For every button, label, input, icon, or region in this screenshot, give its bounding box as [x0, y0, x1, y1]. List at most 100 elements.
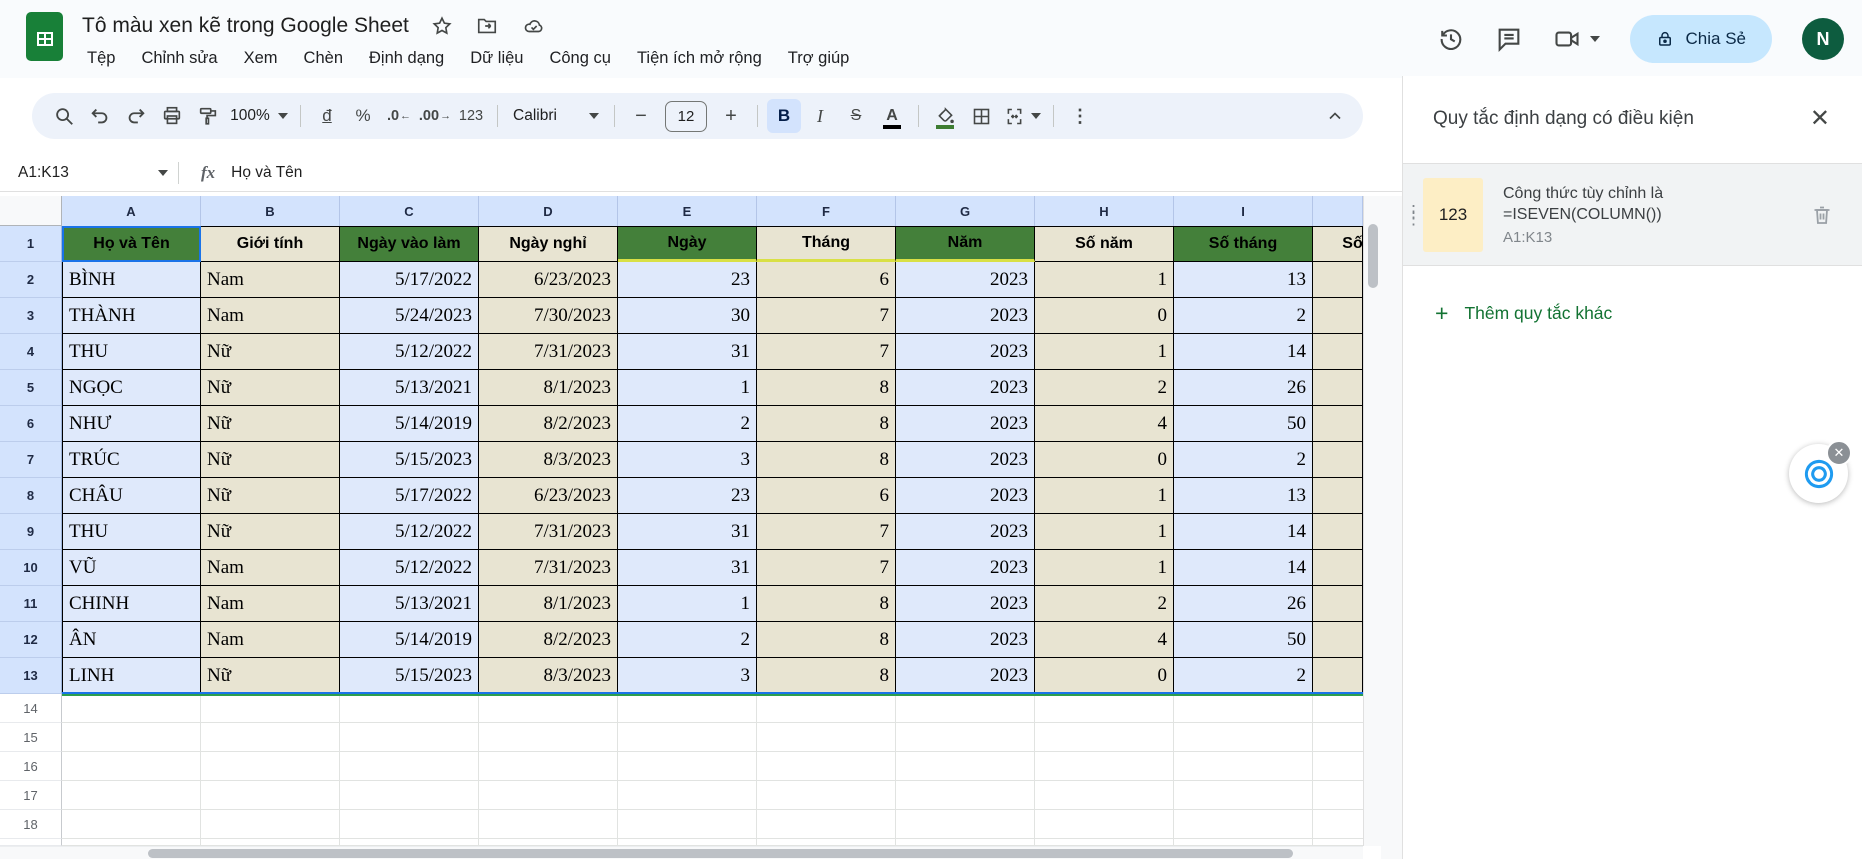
empty-cells[interactable]	[62, 810, 1363, 839]
cell[interactable]: 2023	[896, 514, 1035, 550]
formula-input[interactable]: Họ và Tên	[231, 164, 302, 182]
cell[interactable]: 5/12/2022	[340, 514, 479, 550]
empty-cells[interactable]	[62, 752, 1363, 781]
cell[interactable]: Số tháng	[1174, 226, 1313, 262]
menu-chèn[interactable]: Chèn	[291, 46, 356, 71]
cell[interactable]: 1	[1035, 514, 1174, 550]
cell[interactable]: 2	[1174, 658, 1313, 694]
cell[interactable]: 2	[1174, 298, 1313, 334]
search-icon[interactable]	[47, 99, 81, 133]
cell[interactable]: 7	[757, 334, 896, 370]
cell[interactable]: 23	[618, 262, 757, 298]
cell[interactable]: 8/1/2023	[479, 586, 618, 622]
column-header-B[interactable]: B	[201, 196, 340, 226]
cell-clipped[interactable]	[1313, 586, 1363, 622]
font-size-input[interactable]: 12	[665, 100, 707, 132]
cell[interactable]: 8/2/2023	[479, 622, 618, 658]
row-header-8[interactable]: 8	[0, 478, 62, 514]
cell[interactable]: 14	[1174, 514, 1313, 550]
row-header-partial[interactable]	[0, 839, 62, 846]
cell[interactable]: Số năm	[1035, 226, 1174, 262]
cell[interactable]: Nữ	[201, 658, 340, 694]
cell[interactable]: 8/2/2023	[479, 406, 618, 442]
paint-format-button[interactable]	[191, 99, 225, 133]
cell[interactable]: LINH	[62, 658, 201, 694]
row-header-18[interactable]: 18	[0, 810, 62, 839]
cell[interactable]: 3	[618, 658, 757, 694]
row-header-15[interactable]: 15	[0, 723, 62, 752]
cell[interactable]: 0	[1035, 298, 1174, 334]
cell[interactable]: 7/31/2023	[479, 550, 618, 586]
cell[interactable]: 4	[1035, 406, 1174, 442]
column-header-A[interactable]: A	[62, 196, 201, 226]
cell[interactable]: THU	[62, 514, 201, 550]
cell[interactable]: 26	[1174, 586, 1313, 622]
star-icon[interactable]	[431, 15, 453, 37]
cell[interactable]: 26	[1174, 370, 1313, 406]
row-header-3[interactable]: 3	[0, 298, 62, 334]
cell[interactable]: Nữ	[201, 334, 340, 370]
cell[interactable]: 2	[618, 622, 757, 658]
cell[interactable]: 6	[757, 478, 896, 514]
cell[interactable]: 2023	[896, 550, 1035, 586]
menu-dữ-liệu[interactable]: Dữ liệu	[457, 46, 536, 71]
menu-công-cụ[interactable]: Công cụ	[536, 46, 623, 71]
select-all-corner[interactable]	[0, 196, 62, 226]
menu-tiện-ích-mở-rộng[interactable]: Tiện ích mở rộng	[624, 46, 775, 71]
cell[interactable]: 31	[618, 550, 757, 586]
cell-clipped[interactable]	[1313, 550, 1363, 586]
zoom-control[interactable]: 100%	[227, 99, 291, 133]
row-header-9[interactable]: 9	[0, 514, 62, 550]
cell[interactable]: 1	[1035, 334, 1174, 370]
row-header-16[interactable]: 16	[0, 752, 62, 781]
account-avatar[interactable]: N	[1802, 18, 1844, 60]
cell[interactable]: Nam	[201, 298, 340, 334]
merge-cells-button[interactable]	[1000, 99, 1044, 133]
row-header-5[interactable]: 5	[0, 370, 62, 406]
cell[interactable]: 13	[1174, 262, 1313, 298]
cell[interactable]: 0	[1035, 658, 1174, 694]
version-history-icon[interactable]	[1437, 25, 1465, 53]
vertical-scroll-thumb[interactable]	[1368, 224, 1378, 288]
comments-icon[interactable]	[1495, 25, 1523, 53]
cell-clipped[interactable]	[1313, 406, 1363, 442]
chatgpt-extension-button[interactable]: ✕	[1789, 440, 1852, 503]
cell[interactable]: Nữ	[201, 478, 340, 514]
cell[interactable]: 14	[1174, 550, 1313, 586]
empty-cells[interactable]	[62, 839, 1363, 846]
cell[interactable]: 2	[1035, 370, 1174, 406]
column-header-C[interactable]: C	[340, 196, 479, 226]
cell[interactable]: Giới tính	[201, 226, 340, 262]
cell[interactable]: 31	[618, 334, 757, 370]
meet-dropdown-caret[interactable]	[1589, 36, 1600, 42]
cell[interactable]: 8	[757, 658, 896, 694]
format-rule-card[interactable]: ⋮ ⋮ 123 Công thức tùy chỉnh là =ISEVEN(CO…	[1403, 163, 1862, 266]
cell[interactable]: 0	[1035, 442, 1174, 478]
cell[interactable]: 7/31/2023	[479, 334, 618, 370]
cell[interactable]: 1	[1035, 262, 1174, 298]
undo-button[interactable]	[83, 99, 117, 133]
cloud-status-icon[interactable]	[521, 15, 547, 37]
cell[interactable]: 5/15/2023	[340, 658, 479, 694]
cell-clipped[interactable]	[1313, 658, 1363, 694]
row-header-11[interactable]: 11	[0, 586, 62, 622]
more-options-icon[interactable]: ⋮	[1063, 99, 1097, 133]
cell-clipped[interactable]	[1313, 442, 1363, 478]
row-header-6[interactable]: 6	[0, 406, 62, 442]
row-header-1[interactable]: 1	[0, 226, 62, 262]
cell[interactable]: Nam	[201, 262, 340, 298]
horizontal-scrollbar[interactable]	[0, 846, 1363, 859]
column-header-I[interactable]: I	[1174, 196, 1313, 226]
column-header-D[interactable]: D	[479, 196, 618, 226]
cell[interactable]: Nữ	[201, 370, 340, 406]
cell-clipped[interactable]	[1313, 370, 1363, 406]
cell[interactable]: 7	[757, 514, 896, 550]
panel-close-icon[interactable]: ✕	[1810, 107, 1830, 131]
decrease-decimal-button[interactable]: .0 ←	[382, 99, 416, 133]
cell[interactable]: 2023	[896, 478, 1035, 514]
cell[interactable]: NHƯ	[62, 406, 201, 442]
cell[interactable]: TRÚC	[62, 442, 201, 478]
cell[interactable]: 2	[618, 406, 757, 442]
column-header-G[interactable]: G	[896, 196, 1035, 226]
cell[interactable]: 1	[1035, 550, 1174, 586]
